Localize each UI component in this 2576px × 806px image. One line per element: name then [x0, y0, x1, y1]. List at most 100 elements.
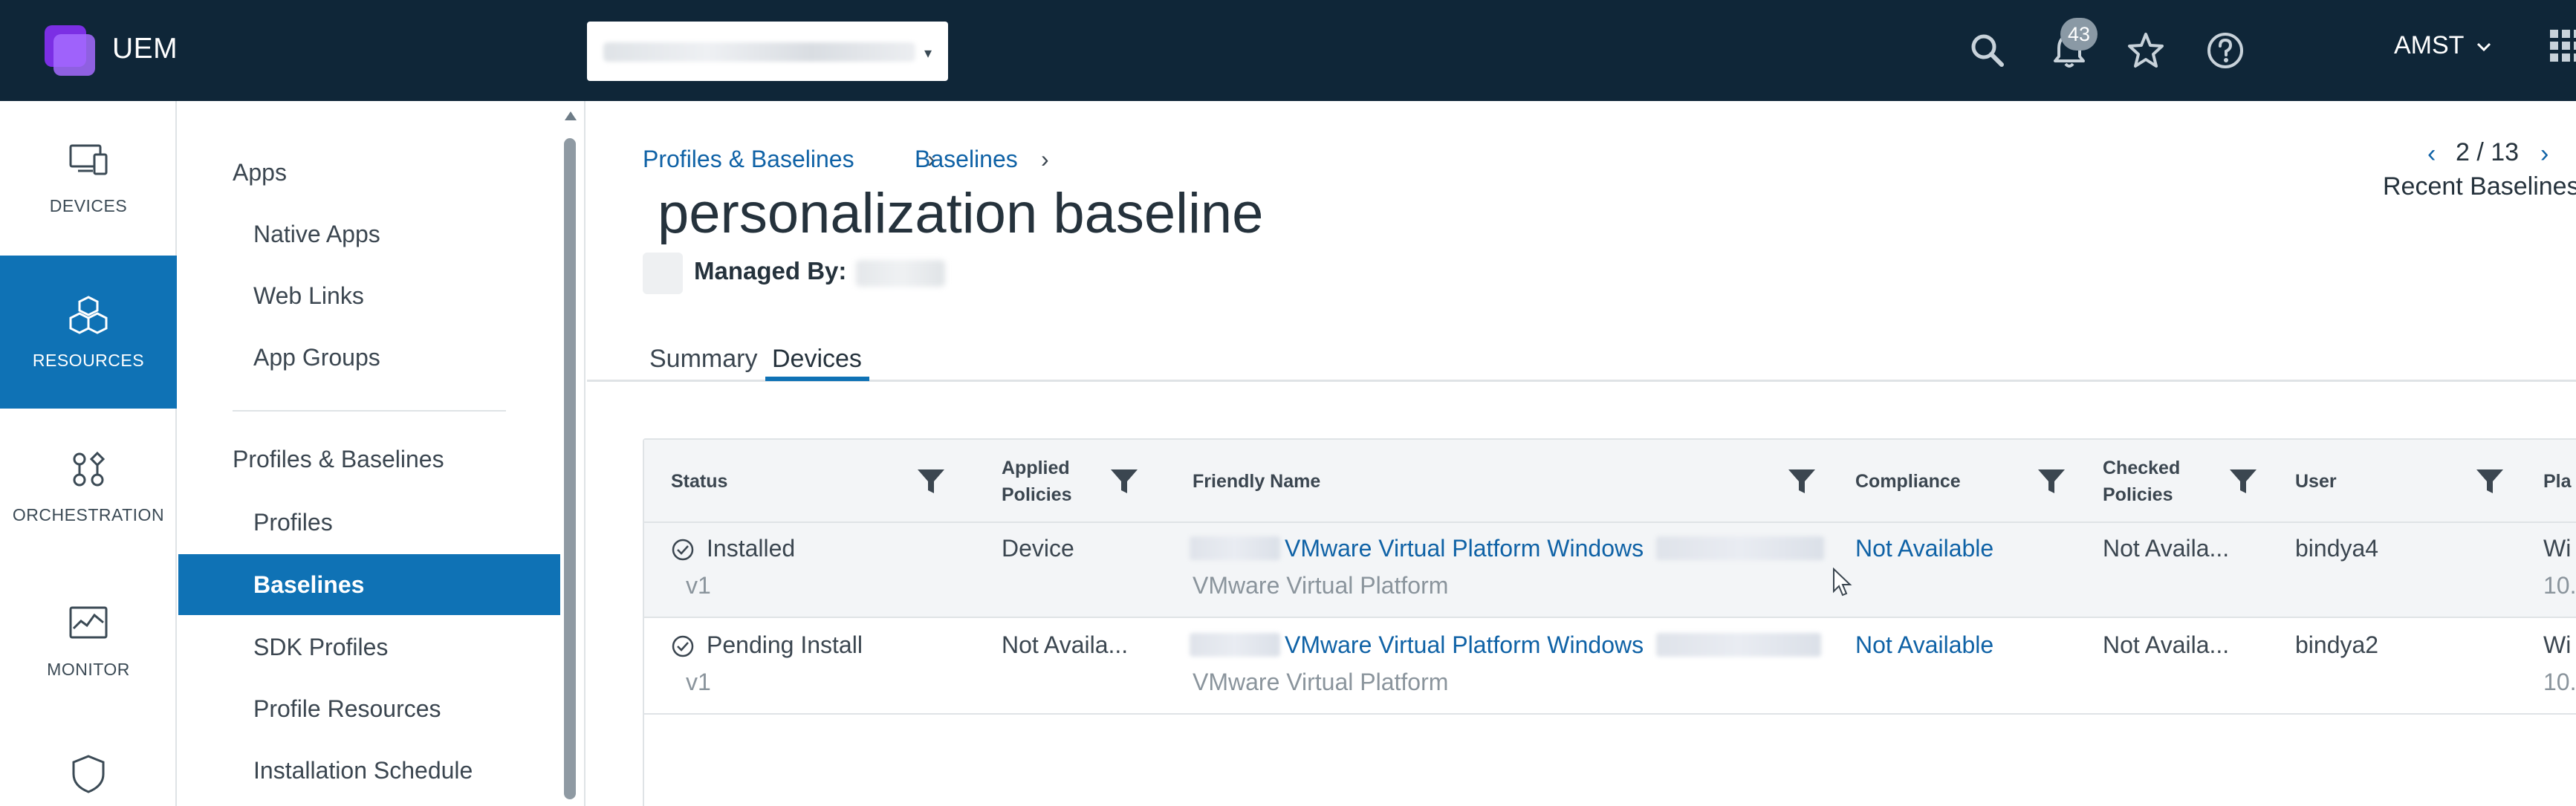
cell-version: v1 [686, 572, 711, 599]
breadcrumb-chevron-icon: › [1041, 146, 1049, 172]
managed-by-label: Managed By: [694, 257, 847, 285]
cell-platform-sub: 10. [2543, 669, 2576, 695]
rail-label-devices: DEVICES [49, 196, 128, 215]
subnav-item-installation-schedule[interactable]: Installation Schedule [178, 740, 560, 801]
help-icon[interactable] [2203, 28, 2248, 73]
subnav-heading-profiles-baselines[interactable]: Profiles & Baselines [233, 446, 444, 473]
subnav-item-web-links[interactable]: Web Links [178, 265, 560, 326]
search-icon[interactable] [1965, 28, 2010, 73]
cell-applied-policies: Device [1002, 535, 1074, 562]
cell-friendly-name-link[interactable]: VMware Virtual Platform Windows [1285, 631, 1644, 659]
resources-icon [66, 293, 111, 337]
shield-icon [66, 752, 111, 796]
check-circle-icon [671, 634, 695, 658]
subnav-heading-apps[interactable]: Apps [233, 159, 287, 186]
cell-compliance-link[interactable]: Not Available [1855, 631, 1993, 659]
notification-count-badge: 43 [2060, 18, 2098, 51]
orchestration-icon [66, 447, 111, 492]
column-header-status[interactable]: Status [671, 468, 727, 495]
app-name: UEM [112, 33, 178, 65]
tab-summary[interactable]: Summary [649, 345, 757, 374]
cell-friendly-sub: VMware Virtual Platform [1193, 669, 1449, 695]
subnav-item-baselines[interactable]: Baselines [178, 554, 560, 615]
redacted-text [1656, 633, 1821, 657]
filter-icon[interactable] [2035, 465, 2068, 498]
primary-nav-rail: DEVICES RESOURCES ORCHESTRATION MONITOR [0, 101, 177, 806]
pager-label: Recent Baselines [2383, 172, 2576, 201]
pager-prev-chevron-icon[interactable]: ‹ [2427, 140, 2436, 169]
redacted-text [1656, 536, 1824, 560]
table-row[interactable]: Pending Install v1 Not Availa... VMware … [644, 620, 2576, 715]
rail-item-orchestration[interactable]: ORCHESTRATION [0, 410, 177, 563]
mouse-cursor-icon [1832, 567, 1854, 597]
chevron-down-icon[interactable] [2474, 37, 2494, 56]
tab-bar: Summary Devices [587, 339, 2576, 382]
column-header-compliance[interactable]: Compliance [1855, 468, 1961, 495]
cell-friendly-name-link[interactable]: VMware Virtual Platform Windows [1285, 535, 1644, 562]
cell-friendly-sub: VMware Virtual Platform [1193, 572, 1449, 599]
page-title: personalization baseline [658, 182, 1264, 245]
rail-label-orchestration: ORCHESTRATION [12, 505, 165, 524]
breadcrumb-baselines[interactable]: Baselines [915, 146, 1018, 173]
cell-version: v1 [686, 669, 711, 695]
filter-icon[interactable] [1785, 465, 1818, 498]
pager-next-chevron-icon[interactable]: › [2540, 140, 2549, 169]
monitor-icon [66, 602, 111, 646]
cell-compliance-link[interactable]: Not Available [1855, 535, 1993, 562]
search-dropdown-caret-icon[interactable]: ▾ [924, 44, 932, 62]
rail-label-monitor: MONITOR [47, 660, 130, 679]
rail-item-devices[interactable]: DEVICES [0, 101, 177, 254]
tab-devices[interactable]: Devices [772, 345, 862, 374]
subnav-item-sdk-profiles[interactable]: SDK Profiles [178, 617, 560, 677]
redacted-search-text [603, 42, 915, 62]
subnav-scrollbar[interactable] [560, 108, 580, 806]
cell-status: Pending Install [707, 631, 863, 658]
column-header-applied-policies[interactable]: Applied Policies [1002, 455, 1072, 508]
devices-icon [66, 138, 111, 183]
column-header-platform[interactable]: Pla [2543, 468, 2572, 495]
top-header: UEM ▾ 43 AMST [0, 0, 2576, 101]
cell-user: bindya2 [2295, 631, 2379, 658]
scrollbar-thumb[interactable] [564, 138, 576, 799]
cell-platform-sub: 10. [2543, 572, 2576, 599]
cell-checked-policies: Not Availa... [2103, 631, 2230, 658]
column-header-checked-policies[interactable]: Checked Policies [2103, 455, 2180, 508]
table-header: Status Applied Policies Friendly Name Co… [644, 440, 2576, 523]
secondary-nav: Apps Native Apps Web Links App Groups Pr… [178, 101, 585, 806]
cell-checked-policies: Not Availa... [2103, 535, 2230, 562]
scroll-up-arrow-icon[interactable] [565, 111, 577, 120]
cell-applied-policies: Not Availa... [1002, 631, 1129, 658]
filter-icon[interactable] [1108, 465, 1141, 498]
rail-item-security[interactable] [0, 719, 177, 806]
main-content: Profiles & Baselines › Baselines › perso… [587, 101, 2576, 806]
org-selector[interactable]: AMST [2394, 31, 2464, 60]
column-header-user[interactable]: User [2295, 468, 2337, 495]
pager-count: 2 / 13 [2456, 138, 2520, 166]
filter-icon[interactable] [2227, 465, 2259, 498]
owner-avatar [643, 253, 683, 294]
filter-icon[interactable] [2473, 465, 2506, 498]
subnav-divider [233, 410, 506, 412]
column-header-friendly-name[interactable]: Friendly Name [1193, 468, 1320, 495]
subnav-item-profile-resources[interactable]: Profile Resources [178, 678, 560, 739]
uem-logo[interactable] [45, 25, 98, 76]
subnav-item-profiles[interactable]: Profiles [178, 492, 560, 553]
managed-by-value-redacted [856, 260, 945, 287]
cell-platform: Wi [2543, 631, 2572, 658]
app-grid-icon[interactable] [2550, 30, 2576, 70]
subnav-item-native-apps[interactable]: Native Apps [178, 204, 560, 264]
cell-user: bindya4 [2295, 535, 2379, 562]
rail-item-resources[interactable]: RESOURCES [0, 256, 177, 409]
subnav-item-app-groups[interactable]: App Groups [178, 327, 560, 388]
filter-icon[interactable] [915, 465, 947, 498]
table-row[interactable]: Installed v1 Device VMware Virtual Platf… [644, 523, 2576, 618]
star-icon[interactable] [2124, 28, 2168, 73]
cell-status: Installed [707, 535, 796, 562]
breadcrumb-profiles-baselines[interactable]: Profiles & Baselines [643, 146, 854, 173]
redacted-text [1190, 536, 1280, 560]
rail-label-resources: RESOURCES [32, 351, 145, 370]
check-circle-icon [671, 538, 695, 562]
global-search-input[interactable]: ▾ [587, 22, 948, 81]
redacted-text [1190, 633, 1280, 657]
rail-item-monitor[interactable]: MONITOR [0, 565, 177, 718]
